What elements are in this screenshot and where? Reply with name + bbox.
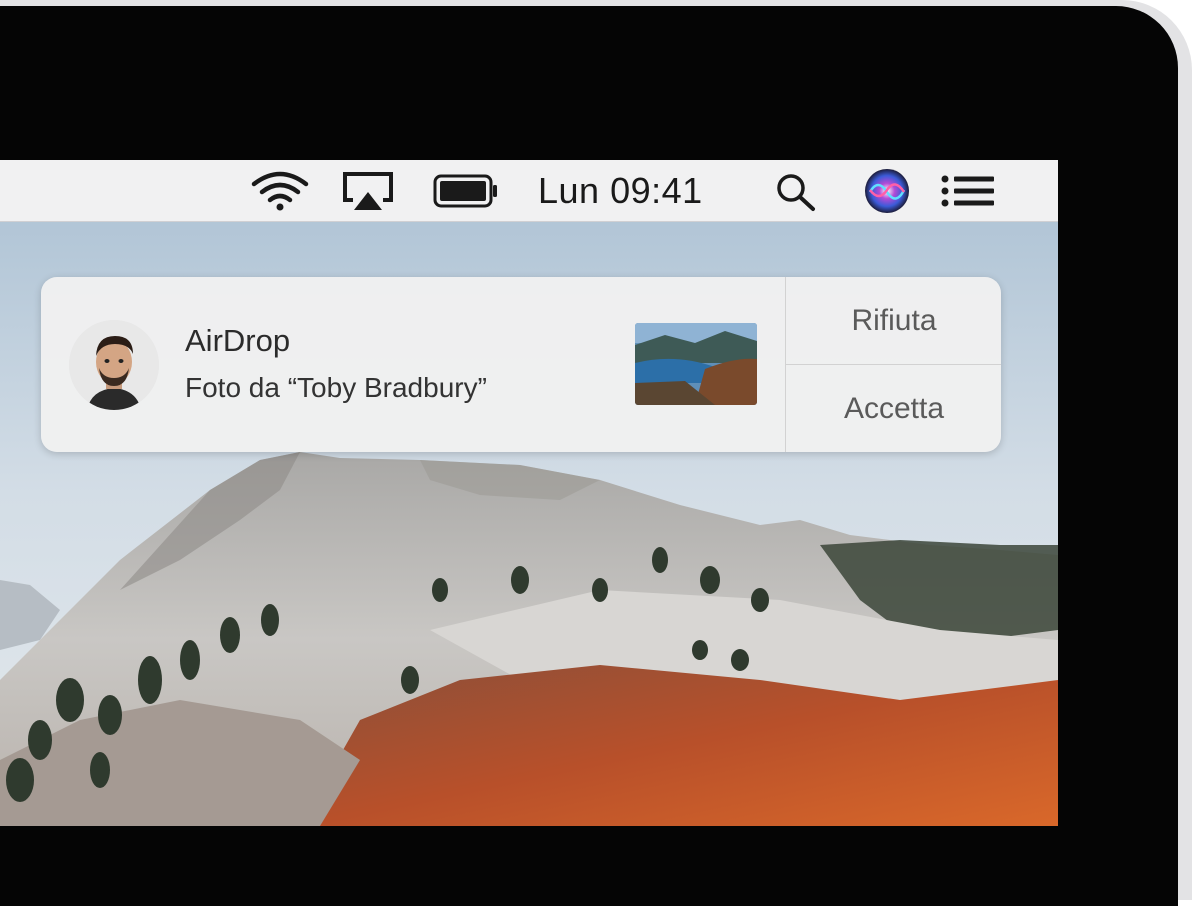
notification-actions: Rifiuta Accetta <box>785 277 1001 452</box>
airdrop-notification[interactable]: AirDrop Foto da “Toby Bradbury” Rifiuta … <box>41 277 1001 452</box>
battery-icon[interactable] <box>433 173 499 209</box>
notification-center-icon[interactable] <box>940 174 996 208</box>
notification-title: AirDrop <box>185 323 291 358</box>
photo-thumbnail <box>635 323 757 405</box>
desktop-wallpaper <box>0 160 1058 826</box>
desktop-screen: Lun 09:41 AirDrop Foto da “Toby Bradbury… <box>0 160 1058 826</box>
siri-icon[interactable] <box>864 168 910 214</box>
spotlight-search-icon[interactable] <box>774 172 818 212</box>
wifi-icon[interactable] <box>250 170 310 212</box>
decline-button[interactable]: Rifiuta <box>786 277 1001 365</box>
notification-message: Foto da “Toby Bradbury” <box>185 372 487 403</box>
sender-avatar <box>69 320 159 410</box>
airplay-icon[interactable] <box>340 170 396 212</box>
menu-bar-clock[interactable]: Lun 09:41 <box>538 172 703 210</box>
accept-button[interactable]: Accetta <box>786 365 1001 452</box>
menu-bar: Lun 09:41 <box>0 160 1058 222</box>
